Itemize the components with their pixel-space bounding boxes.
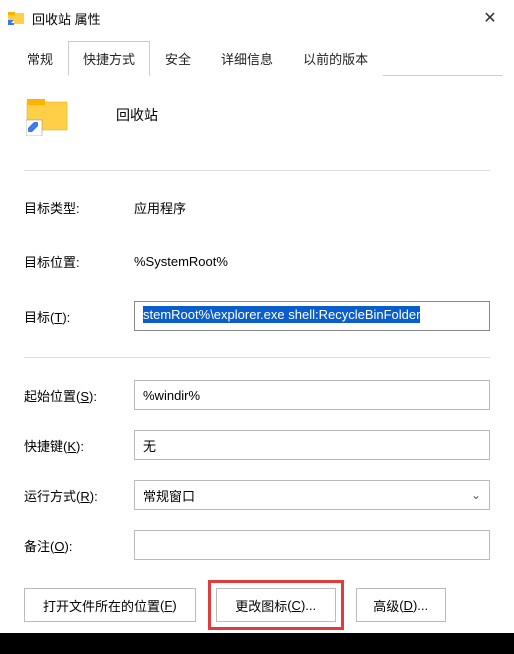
row-comment: 备注(O): [24,530,490,560]
highlight-annotation: 更改图标(C)... [208,580,344,630]
tab-strip: 常规 快捷方式 安全 详细信息 以前的版本 [12,40,502,76]
run-combo[interactable]: 常规窗口 ⌄ [134,480,490,510]
separator [24,170,490,171]
target-input[interactable]: stemRoot%\explorer.exe shell:RecycleBinF… [134,301,490,331]
row-start-in: 起始位置(S): [24,380,490,410]
label-target: 目标(T): [24,307,134,326]
change-icon-button[interactable]: 更改图标(C)... [216,588,336,622]
label-run: 运行方式(R): [24,486,134,505]
tab-previous-versions[interactable]: 以前的版本 [288,41,383,76]
close-icon: ✕ [483,8,496,28]
dialog-content: 常规 快捷方式 安全 详细信息 以前的版本 回收站 [0,36,514,654]
window-icon [8,10,24,26]
tab-details[interactable]: 详细信息 [206,41,288,76]
tab-shortcut[interactable]: 快捷方式 [68,41,150,76]
separator-2 [24,357,490,358]
open-file-location-button[interactable]: 打开文件所在的位置(F) [24,588,196,622]
row-target: 目标(T): stemRoot%\explorer.exe shell:Recy… [24,301,490,331]
label-start-in: 起始位置(S): [24,386,134,405]
value-target-location: %SystemRoot% [134,254,228,269]
close-button[interactable]: ✕ [470,3,510,33]
shortcut-panel: 回收站 目标类型: 应用程序 目标位置: %SystemRoot% 目标(T):… [12,76,502,642]
target-value: stemRoot%\explorer.exe shell:RecycleBinF… [143,306,420,323]
row-run: 运行方式(R): 常规窗口 ⌄ [24,480,490,510]
properties-dialog: 回收站 属性 ✕ 常规 快捷方式 安全 详细信息 以前的版本 [0,0,514,633]
tab-general[interactable]: 常规 [12,41,68,76]
button-row: 打开文件所在的位置(F) 更改图标(C)... 高级(D)... [24,580,490,630]
hotkey-input[interactable] [134,430,490,460]
chevron-down-icon: ⌄ [471,488,481,502]
value-target-type: 应用程序 [134,198,186,217]
comment-input[interactable] [134,530,490,560]
label-hotkey: 快捷键(K): [24,436,134,455]
label-target-location: 目标位置: [24,252,134,271]
start-in-input[interactable] [134,380,490,410]
run-value: 常规窗口 [143,486,195,505]
advanced-button[interactable]: 高级(D)... [356,588,446,622]
header-row: 回收站 [24,94,490,136]
shortcut-name: 回收站 [116,105,158,125]
tab-security[interactable]: 安全 [150,41,206,76]
row-target-type: 目标类型: 应用程序 [24,193,490,221]
label-target-type: 目标类型: [24,198,134,217]
label-comment: 备注(O): [24,536,134,555]
row-target-location: 目标位置: %SystemRoot% [24,247,490,275]
row-hotkey: 快捷键(K): [24,430,490,460]
titlebar: 回收站 属性 ✕ [0,0,514,36]
window-title: 回收站 属性 [32,9,470,28]
shortcut-large-icon [26,94,68,136]
